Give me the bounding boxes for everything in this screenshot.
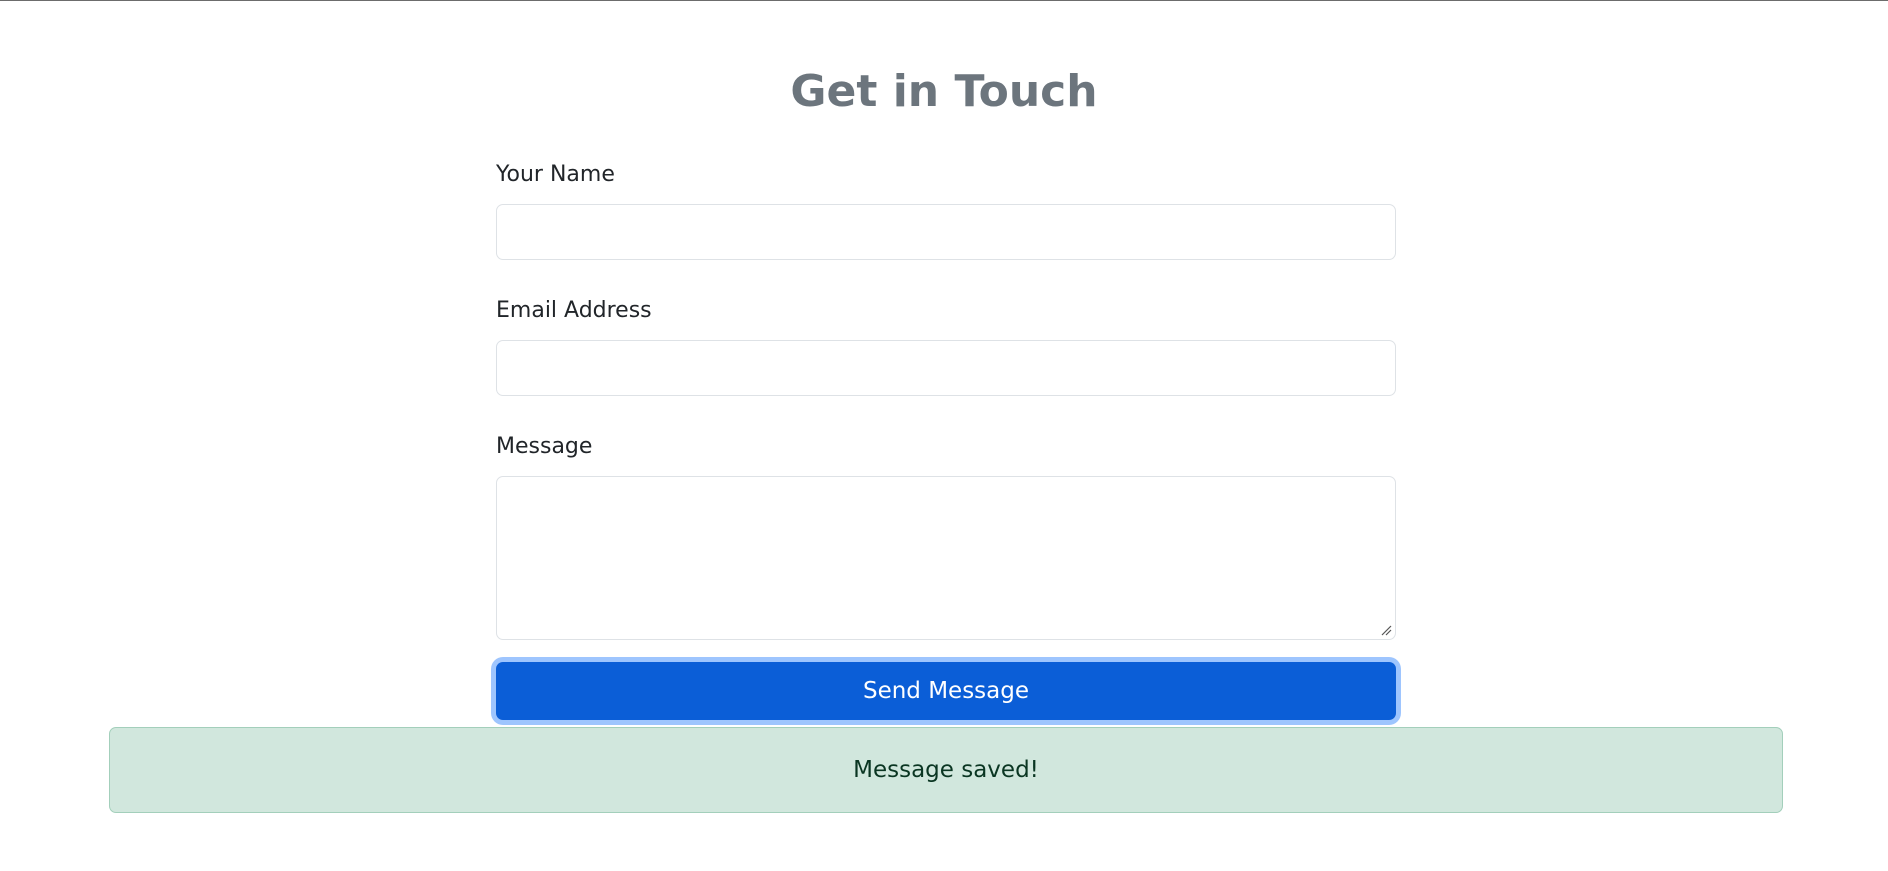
contact-form: Your Name Email Address Message Send Mes…	[496, 158, 1396, 720]
send-message-button[interactable]: Send Message	[496, 662, 1396, 720]
name-input[interactable]	[496, 204, 1396, 260]
message-label: Message	[496, 434, 593, 459]
message-textarea[interactable]	[496, 476, 1396, 640]
window-top-border	[0, 0, 1888, 1]
message-field-wrapper	[496, 476, 1396, 640]
resize-handle-icon[interactable]	[1380, 624, 1392, 636]
alert-message: Message saved!	[853, 757, 1039, 783]
email-label: Email Address	[496, 298, 652, 323]
success-alert: Message saved!	[109, 727, 1783, 813]
name-label: Your Name	[496, 162, 615, 187]
email-input[interactable]	[496, 340, 1396, 396]
page-title: Get in Touch	[790, 66, 1098, 117]
